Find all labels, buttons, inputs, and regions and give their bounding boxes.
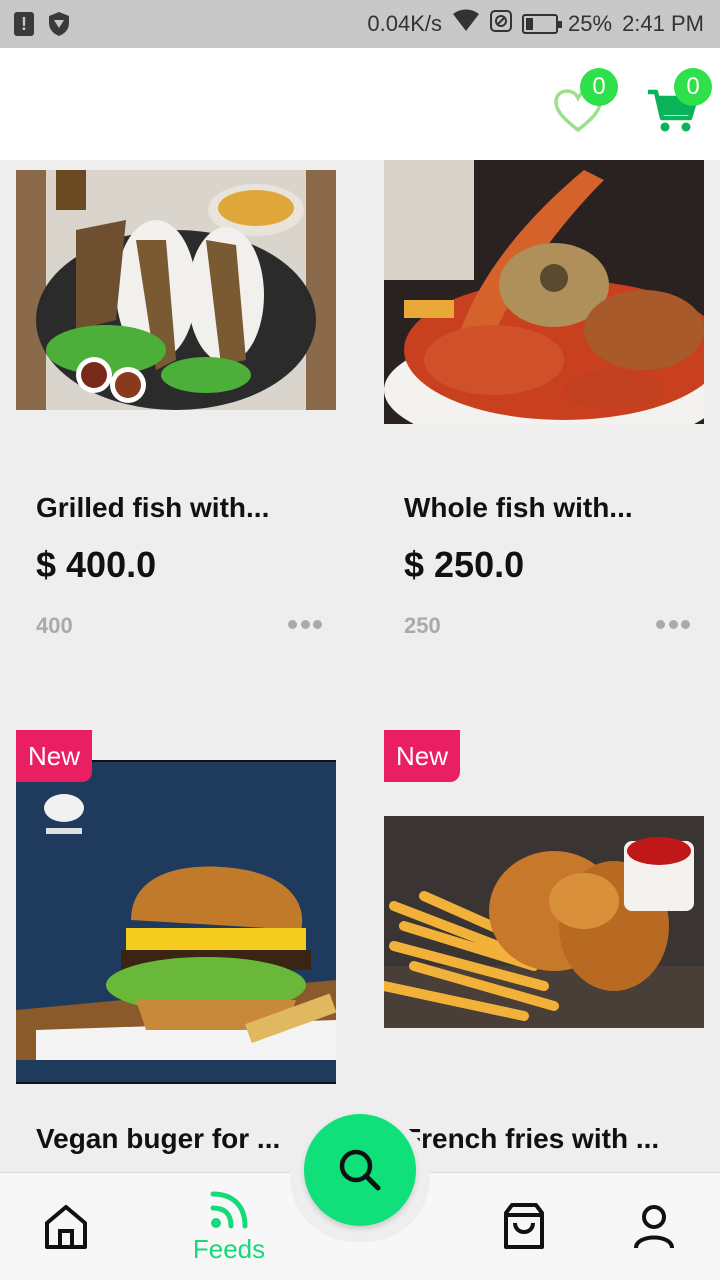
shield-icon: [48, 11, 70, 37]
do-not-disturb-icon: [490, 10, 513, 38]
cart-count-badge: 0: [674, 68, 712, 106]
wifi-icon: [452, 9, 480, 39]
rss-feed-icon: [210, 1191, 248, 1228]
wishlist-count-badge: 0: [580, 68, 618, 106]
shopping-bag-icon: [504, 1203, 544, 1249]
new-badge: New: [16, 730, 92, 782]
status-bar: ! 0.04K/s 25% 2:41 PM: [0, 0, 720, 48]
product-card[interactable]: New French fries with ...: [384, 730, 704, 1172]
wishlist-button[interactable]: 0: [550, 68, 618, 138]
more-options-icon[interactable]: [288, 620, 322, 630]
product-price: $ 250.0: [404, 544, 525, 585]
product-name: Whole fish with...: [404, 492, 633, 523]
product-card[interactable]: Whole fish with... $ 250.0 250: [384, 160, 704, 680]
new-badge: New: [384, 730, 460, 782]
product-name: Grilled fish with...: [36, 492, 270, 523]
product-name: Vegan buger for ...: [36, 1123, 281, 1154]
search-icon: [339, 1149, 381, 1191]
user-icon: [634, 1205, 674, 1249]
nav-feeds[interactable]: Feeds: [180, 1173, 278, 1280]
product-image: [16, 760, 336, 1084]
product-image: [384, 160, 704, 424]
nav-home[interactable]: [32, 1173, 100, 1280]
cart-button[interactable]: 0: [644, 68, 712, 138]
clock: 2:41 PM: [622, 11, 704, 36]
nav-profile[interactable]: [620, 1173, 688, 1280]
app-header: 0 0: [0, 48, 720, 160]
product-card[interactable]: New Vegan buger for ...: [16, 730, 336, 1172]
search-button[interactable]: [304, 1114, 416, 1226]
network-speed: 0.04K/s: [367, 11, 443, 36]
alert-icon: !: [14, 12, 34, 36]
more-options-icon[interactable]: [656, 620, 690, 630]
product-name: French fries with ...: [404, 1123, 660, 1154]
home-icon: [45, 1205, 87, 1249]
product-quantity: 250: [404, 613, 441, 638]
nav-feeds-label: Feeds: [192, 1233, 266, 1264]
battery-icon: [522, 14, 563, 34]
product-image: [16, 170, 336, 410]
nav-orders[interactable]: [490, 1173, 558, 1280]
product-price: $ 400.0: [36, 544, 157, 585]
battery-percent: 25%: [568, 11, 613, 36]
product-card[interactable]: Grilled fish with... $ 400.0 400: [16, 160, 336, 680]
product-quantity: 400: [36, 613, 73, 638]
product-image: [384, 816, 704, 1028]
